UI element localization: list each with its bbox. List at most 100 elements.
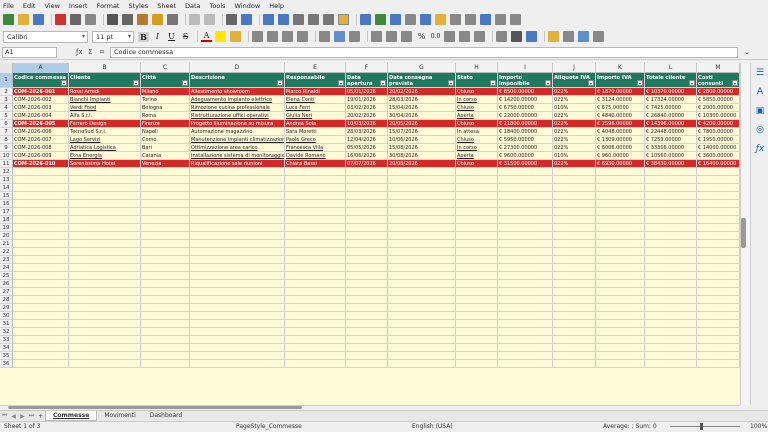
cell[interactable] — [346, 184, 388, 192]
cell[interactable] — [13, 176, 69, 184]
cell[interactable] — [456, 344, 498, 352]
cell[interactable]: Ottimizzazione area carico — [190, 144, 285, 152]
cell[interactable]: Davide Romano — [285, 152, 346, 160]
cell[interactable] — [456, 176, 498, 184]
cell[interactable]: € 6930.00000 — [596, 160, 645, 168]
row-header[interactable]: 16 — [0, 200, 13, 208]
cell[interactable] — [498, 272, 553, 280]
cell[interactable] — [697, 272, 740, 280]
cell[interactable] — [456, 336, 498, 344]
cell[interactable] — [456, 200, 498, 208]
cell[interactable] — [285, 240, 346, 248]
wrap-text-icon[interactable] — [371, 31, 382, 42]
cell[interactable]: 022% — [553, 88, 596, 96]
column-header-K[interactable]: K — [596, 63, 645, 73]
cell[interactable] — [388, 336, 456, 344]
cell[interactable] — [498, 240, 553, 248]
cell[interactable] — [697, 216, 740, 224]
add-decimal-icon[interactable] — [459, 31, 470, 42]
cell[interactable]: Marco Rinaldi — [285, 88, 346, 96]
header-cell[interactable]: Totale cliente ▾ — [645, 73, 697, 88]
cell[interactable] — [190, 168, 285, 176]
cell[interactable] — [498, 224, 553, 232]
cell[interactable] — [697, 232, 740, 240]
cell[interactable] — [498, 200, 553, 208]
cell[interactable] — [697, 296, 740, 304]
row-header[interactable]: 1 — [0, 73, 13, 88]
cell[interactable] — [553, 184, 596, 192]
cell[interactable] — [697, 168, 740, 176]
autofilter-dropdown-icon[interactable]: ▾ — [133, 80, 139, 86]
column-header-L[interactable]: L — [645, 63, 697, 73]
cell[interactable]: € 1950.00000 — [697, 136, 740, 144]
cell[interactable]: € 7800.00000 — [697, 128, 740, 136]
cell[interactable] — [285, 304, 346, 312]
cell[interactable]: Catania — [141, 152, 190, 160]
cell[interactable] — [553, 248, 596, 256]
header-cell[interactable]: Data consegna prevista ▾ — [388, 73, 456, 88]
cell[interactable]: COM-2026-008 — [13, 144, 69, 152]
cell[interactable] — [498, 320, 553, 328]
header-cell[interactable]: Aliquota IVA ▾ — [553, 73, 596, 88]
cell[interactable]: € 17324.00000 — [645, 96, 697, 104]
cell[interactable] — [13, 264, 69, 272]
first-sheet-icon[interactable]: ⏮ — [0, 412, 9, 420]
cell[interactable] — [553, 336, 596, 344]
row-header[interactable]: 33 — [0, 336, 13, 344]
cell[interactable]: Chiuso — [456, 120, 498, 128]
cell[interactable] — [69, 216, 141, 224]
cell[interactable]: In corso — [456, 144, 498, 152]
cell[interactable] — [388, 320, 456, 328]
cell[interactable]: Chiuso — [456, 104, 498, 112]
cell[interactable] — [69, 280, 141, 288]
date-format-icon[interactable] — [444, 31, 455, 42]
cell[interactable] — [190, 176, 285, 184]
cell[interactable] — [553, 208, 596, 216]
cell[interactable]: 022% — [553, 96, 596, 104]
cell[interactable] — [285, 192, 346, 200]
cell[interactable]: In corso — [456, 96, 498, 104]
cell[interactable] — [456, 360, 498, 368]
cell[interactable] — [346, 264, 388, 272]
cell[interactable]: € 1309.00000 — [596, 136, 645, 144]
column-header-C[interactable]: C — [141, 63, 190, 73]
cell[interactable]: € 1870.00000 — [596, 88, 645, 96]
autofilter-dropdown-icon[interactable]: ▾ — [182, 80, 188, 86]
cell[interactable] — [285, 256, 346, 264]
cell[interactable] — [498, 304, 553, 312]
autofilter-icon[interactable] — [338, 14, 349, 25]
redo-icon[interactable] — [204, 14, 215, 25]
cell[interactable]: Chiara Bassi — [285, 160, 346, 168]
cell[interactable]: Chiuso — [456, 88, 498, 96]
align-right-icon[interactable] — [282, 31, 293, 42]
column-header-J[interactable]: J — [553, 63, 596, 73]
cell[interactable] — [388, 328, 456, 336]
cell[interactable]: Rimozione cucina professionale — [190, 104, 285, 112]
cell[interactable]: € 5950.00000 — [498, 136, 553, 144]
cell[interactable] — [388, 168, 456, 176]
cell[interactable] — [285, 208, 346, 216]
cell[interactable] — [553, 200, 596, 208]
cell[interactable]: € 27300.00000 — [498, 144, 553, 152]
cell[interactable] — [285, 328, 346, 336]
cell[interactable] — [645, 168, 697, 176]
cell[interactable]: 10/03/2026 — [346, 120, 388, 128]
cell[interactable] — [285, 232, 346, 240]
cell[interactable] — [645, 216, 697, 224]
cell[interactable]: € 2800.00000 — [697, 88, 740, 96]
cell[interactable] — [69, 232, 141, 240]
cell[interactable] — [346, 272, 388, 280]
cell[interactable] — [141, 264, 190, 272]
cell[interactable] — [190, 328, 285, 336]
cell[interactable] — [697, 280, 740, 288]
properties-icon[interactable]: ☰ — [754, 68, 766, 80]
header-cell[interactable]: Data apertura ▾ — [346, 73, 388, 88]
cell[interactable]: COM-2026-003 — [13, 104, 69, 112]
language[interactable]: English (USA) — [412, 423, 453, 430]
cell[interactable]: € 14200.00000 — [498, 96, 553, 104]
cell[interactable]: Milano — [141, 88, 190, 96]
row-header[interactable]: 18 — [0, 216, 13, 224]
cell[interactable] — [596, 192, 645, 200]
cell[interactable] — [190, 224, 285, 232]
cell[interactable]: 12/04/2026 — [346, 136, 388, 144]
